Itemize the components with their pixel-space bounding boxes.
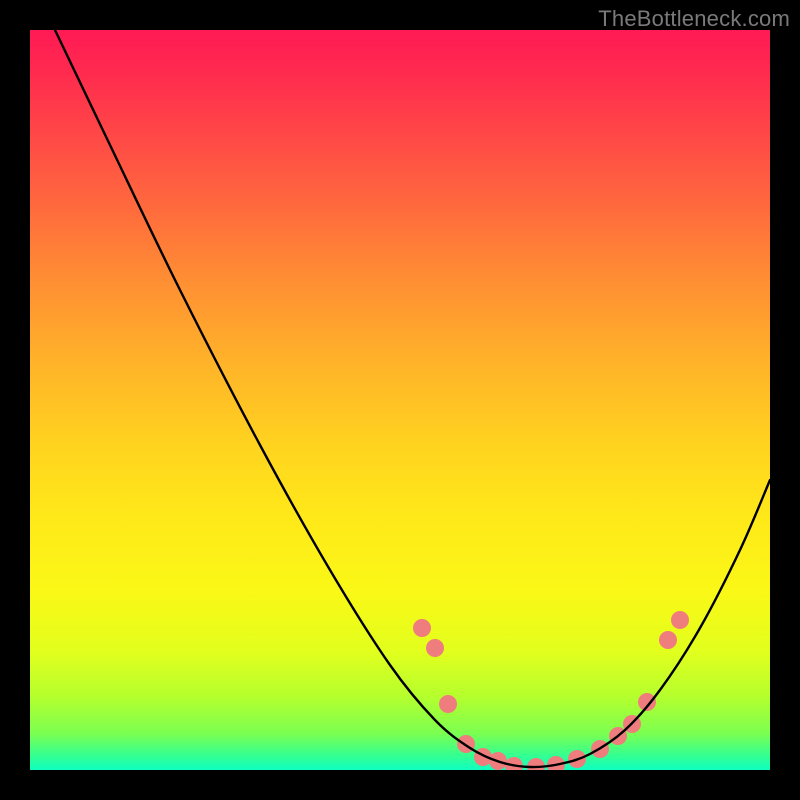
scatter-point bbox=[413, 619, 431, 637]
plot-frame bbox=[30, 30, 770, 770]
scatter-markers bbox=[413, 611, 689, 770]
scatter-point bbox=[659, 631, 677, 649]
watermark-text: TheBottleneck.com bbox=[598, 6, 790, 32]
bottleneck-curve bbox=[55, 30, 770, 767]
scatter-point bbox=[439, 695, 457, 713]
scatter-point bbox=[671, 611, 689, 629]
plot-svg bbox=[30, 30, 770, 770]
scatter-point bbox=[426, 639, 444, 657]
